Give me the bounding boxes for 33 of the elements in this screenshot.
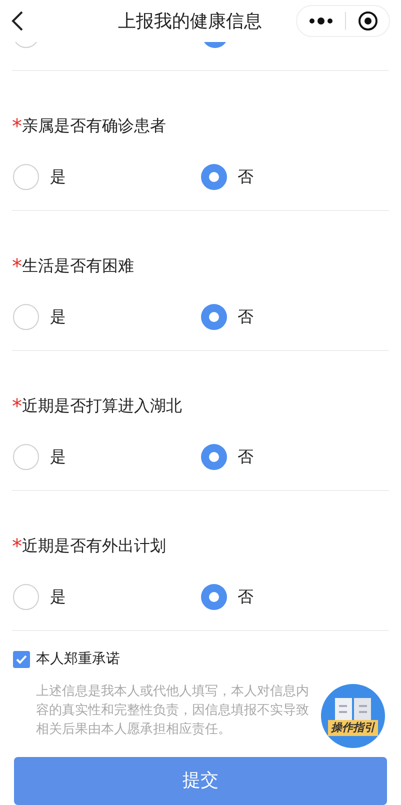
radio-button[interactable] — [200, 304, 226, 330]
option-label: 是 — [50, 446, 66, 468]
radio-button[interactable] — [13, 304, 39, 330]
option-label: 是 — [50, 306, 66, 328]
guide-label: 操作指引 — [328, 720, 378, 736]
check-icon — [16, 654, 27, 664]
option-label: 是 — [50, 166, 66, 188]
required-mark: * — [12, 396, 22, 416]
guide-button[interactable]: 操作指引 — [321, 684, 385, 748]
option-label: 否 — [238, 586, 254, 608]
radio-button[interactable] — [200, 444, 226, 470]
required-mark: * — [12, 256, 22, 276]
option-label: 否 — [238, 306, 254, 328]
pledge-label: 本人郑重承诺 — [36, 650, 120, 669]
radio-button[interactable] — [200, 584, 226, 610]
radio-button[interactable] — [13, 584, 39, 610]
required-mark: * — [12, 536, 22, 556]
option-label: 否 — [238, 446, 254, 468]
question-label: 近期是否有外出计划 — [22, 535, 166, 558]
question-label: 生活是否有困难 — [22, 255, 134, 278]
more-icon[interactable] — [309, 17, 333, 25]
pledge-text: 上述信息是我本人或代他人填写，本人对信息内容的真实性和完整性负责，因信息填报不实导致相关后果由本人愿承担相应责任。 — [36, 682, 310, 739]
required-mark: * — [12, 116, 22, 136]
option-label: 是 — [50, 586, 66, 608]
radio-button[interactable] — [13, 164, 39, 190]
radio-button[interactable] — [13, 444, 39, 470]
page-title: 上报我的健康信息 — [118, 10, 262, 34]
back-icon[interactable] — [10, 10, 24, 32]
question-label: 亲属是否有确诊患者 — [22, 115, 166, 138]
question-label: 近期是否打算进入湖北 — [22, 395, 182, 418]
option-label: 否 — [238, 166, 254, 188]
checkbox[interactable] — [13, 650, 30, 668]
radio-button[interactable] — [200, 164, 226, 190]
